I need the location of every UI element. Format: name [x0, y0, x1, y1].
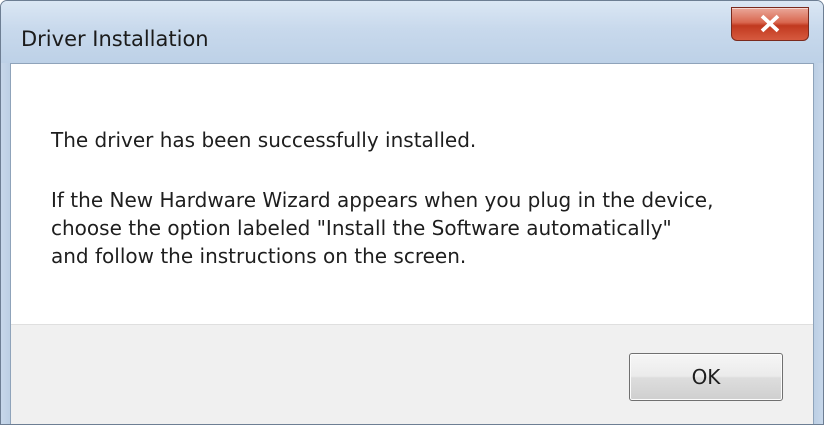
message-area: The driver has been successfully install…	[11, 64, 813, 324]
close-x-icon	[760, 14, 780, 33]
button-bar: OK	[11, 324, 813, 424]
dialog-window: Driver Installation The driver has been …	[0, 0, 824, 425]
ok-button[interactable]: OK	[629, 353, 783, 401]
window-frame-right	[814, 63, 823, 424]
title-bar[interactable]: Driver Installation	[1, 1, 823, 63]
instructions-line: If the New Hardware Wizard appears when …	[51, 188, 714, 212]
instructions-message: If the New Hardware Wizard appears when …	[51, 186, 713, 270]
instructions-line: choose the option labeled "Install the S…	[51, 216, 672, 240]
close-button[interactable]	[731, 7, 809, 41]
window-title: Driver Installation	[21, 27, 209, 51]
instructions-line: and follow the instructions on the scree…	[51, 244, 467, 268]
dialog-client-area: The driver has been successfully install…	[10, 63, 814, 424]
success-message: The driver has been successfully install…	[51, 128, 477, 152]
window-frame-left	[1, 63, 10, 424]
